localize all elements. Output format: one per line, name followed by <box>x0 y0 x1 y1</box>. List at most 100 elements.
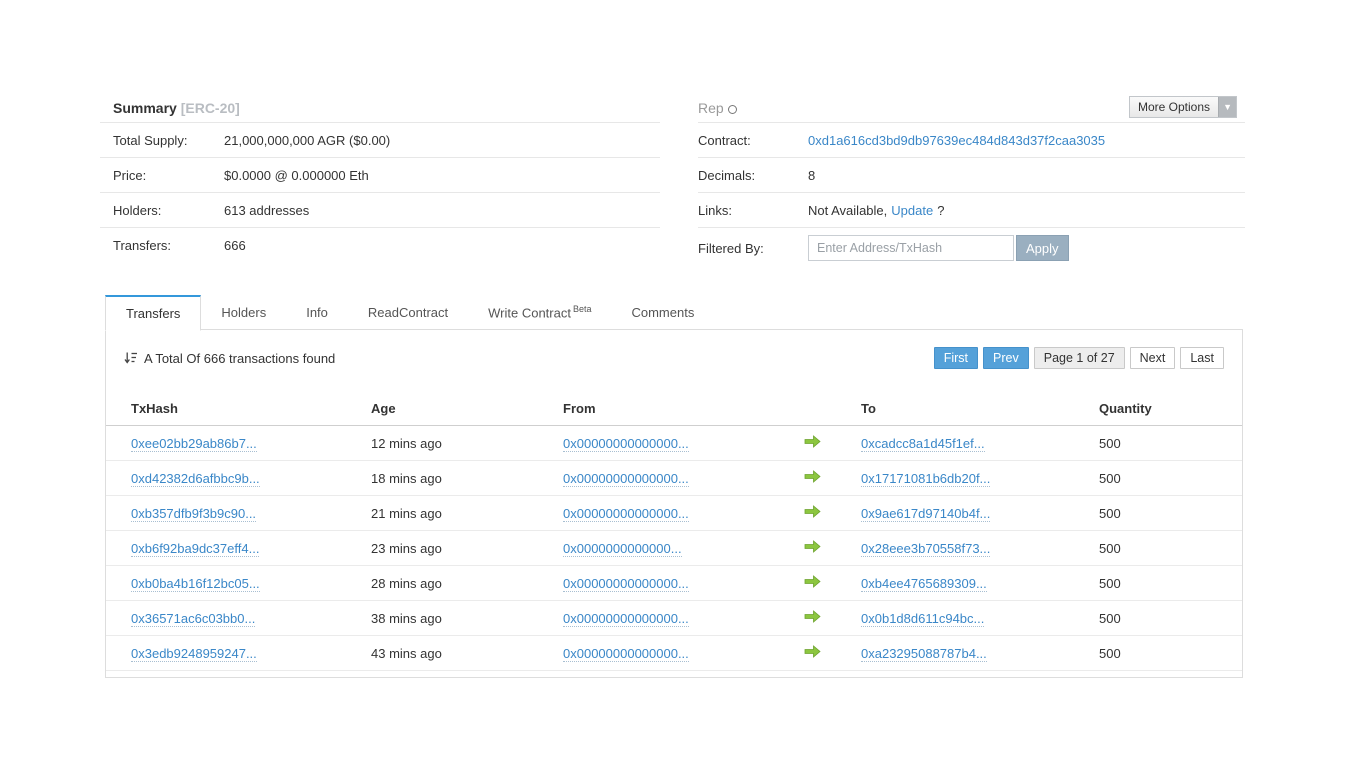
arrow-right-icon <box>804 575 821 591</box>
from-address-link[interactable]: 0x00000000000000... <box>563 645 689 662</box>
address-txhash-input[interactable] <box>808 235 1014 261</box>
quantity-cell: 500 <box>1099 600 1242 636</box>
table-row: 0xb6f92ba9dc37eff4... 23 mins ago 0x0000… <box>106 530 1242 566</box>
transfers-toolbar: A Total Of 666 transactions found First … <box>106 330 1242 370</box>
table-row: 0xd42382d6afbbc9b... 18 mins ago 0x00000… <box>106 460 1242 496</box>
txhash-link[interactable]: 0xb0ba4b16f12bc05... <box>131 575 260 592</box>
from-address-link[interactable]: 0x00000000000000... <box>563 470 689 487</box>
from-address-link[interactable]: 0x00000000000000... <box>563 575 689 592</box>
total-supply-label: Total Supply: <box>113 132 188 148</box>
age-cell: 21 mins ago <box>371 495 563 531</box>
first-page-button[interactable]: First <box>933 347 979 369</box>
token-tracker-page: Summary [ERC-20] Total Supply: 21,000,00… <box>0 0 1366 768</box>
to-address-link[interactable]: 0x17171081b6db20f... <box>861 470 991 487</box>
tab-write-contract[interactable]: Write Contract Beta <box>468 292 611 330</box>
txhash-link[interactable]: 0x3edb9248959247... <box>131 645 257 662</box>
tab-bar: Transfers Holders Info ReadContract Writ… <box>105 292 714 331</box>
from-address-link[interactable]: 0x00000000000000... <box>563 435 689 452</box>
links-row: Links: Not Available, Update ? <box>698 193 1245 228</box>
table-row: 0x3edb9248959247... 43 mins ago 0x000000… <box>106 635 1242 671</box>
quantity-cell: 500 <box>1099 530 1242 566</box>
prev-page-button[interactable]: Prev <box>983 347 1029 369</box>
rep-title: Rep <box>698 100 724 116</box>
table-row: 0xb0ba4b16f12bc05... 28 mins ago 0x00000… <box>106 565 1242 601</box>
header-arrow-spacer <box>804 392 861 426</box>
txhash-link[interactable]: 0xd42382d6afbbc9b... <box>131 470 260 487</box>
price-label: Price: <box>113 167 147 183</box>
price-value: $0.0000 @ 0.000000 Eth <box>224 167 369 183</box>
txhash-link[interactable]: 0xb357dfb9f3b9c90... <box>131 505 257 522</box>
age-cell: 28 mins ago <box>371 565 563 601</box>
header-age: Age <box>371 392 563 426</box>
from-address-link[interactable]: 0x00000000000000... <box>563 610 689 627</box>
tab-holders[interactable]: Holders <box>201 296 286 330</box>
tab-info[interactable]: Info <box>286 296 348 330</box>
next-page-button[interactable]: Next <box>1129 347 1176 369</box>
more-options-button[interactable]: More Options ▼ <box>1129 96 1238 118</box>
summary-header: Summary [ERC-20] <box>100 95 660 123</box>
filtered-by-row: Filtered By: Apply <box>698 228 1245 268</box>
arrow-right-icon <box>804 505 821 521</box>
arrow-right-icon <box>804 540 821 556</box>
more-options-label: More Options <box>1138 100 1211 114</box>
total-supply-value: 21,000,000,000 AGR ($0.00) <box>224 132 391 148</box>
holders-row: Holders: 613 addresses <box>100 193 660 228</box>
tab-write-contract-label: Write Contract <box>488 305 571 320</box>
transfers-count-value: 666 <box>224 238 246 253</box>
tab-transfers[interactable]: Transfers <box>105 295 202 331</box>
quantity-cell: 500 <box>1099 460 1242 496</box>
apply-button[interactable]: Apply <box>1016 235 1069 261</box>
transfers-count-label: Transfers: <box>113 238 172 253</box>
to-address-link[interactable]: 0x28eee3b70558f73... <box>861 540 991 557</box>
decimals-value: 8 <box>808 167 816 183</box>
txhash-link[interactable]: 0xee02bb29ab86b7... <box>131 435 257 452</box>
last-page-button[interactable]: Last <box>1180 347 1224 369</box>
to-address-link[interactable]: 0xa23295088787b4... <box>861 645 987 662</box>
tab-comments[interactable]: Comments <box>611 296 714 330</box>
age-cell: 38 mins ago <box>371 600 563 636</box>
age-cell: 12 mins ago <box>371 425 563 461</box>
decimals-label: Decimals: <box>698 167 756 183</box>
table-row: 0x36571ac6c03bb0... 38 mins ago 0x000000… <box>106 600 1242 636</box>
filtered-by-label: Filtered By: <box>698 240 764 256</box>
arrow-right-icon <box>804 645 821 661</box>
to-address-link[interactable]: 0xb4ee4765689309... <box>861 575 987 592</box>
erc20-tag: [ERC-20] <box>180 100 240 116</box>
links-label: Links: <box>698 202 732 218</box>
sort-icon <box>124 351 138 365</box>
from-address-link[interactable]: 0x00000000000000... <box>563 505 689 522</box>
holders-label: Holders: <box>113 202 162 218</box>
summary-panel: Summary [ERC-20] Total Supply: 21,000,00… <box>100 95 660 263</box>
update-link[interactable]: Update <box>891 203 933 218</box>
rep-circle-icon <box>727 104 737 114</box>
arrow-right-icon <box>804 470 821 486</box>
header-quantity: Quantity <box>1099 392 1242 426</box>
header-from: From <box>563 392 804 426</box>
links-value: Not Available, <box>808 202 888 218</box>
arrow-right-icon <box>804 610 821 626</box>
transfers-panel: A Total Of 666 transactions found First … <box>105 329 1243 678</box>
table-row: 0xee02bb29ab86b7... 12 mins ago 0x000000… <box>106 425 1242 461</box>
quantity-cell: 500 <box>1099 565 1242 601</box>
contract-address-link[interactable]: 0xd1a616cd3bd9db97639ec484d843d37f2caa30… <box>808 133 1105 148</box>
contract-row: Contract: 0xd1a616cd3bd9db97639ec484d843… <box>698 123 1245 158</box>
header-txhash: TxHash <box>106 392 371 426</box>
total-transactions-text: A Total Of 666 transactions found <box>144 350 336 366</box>
table-header-row: TxHash Age From To Quantity <box>106 392 1242 426</box>
to-address-link[interactable]: 0xcadcc8a1d45f1ef... <box>861 435 985 452</box>
total-supply-row: Total Supply: 21,000,000,000 AGR ($0.00) <box>100 123 660 158</box>
age-cell: 43 mins ago <box>371 635 563 671</box>
txhash-link[interactable]: 0xb6f92ba9dc37eff4... <box>131 540 260 557</box>
tab-read-contract[interactable]: ReadContract <box>348 296 468 330</box>
quantity-cell: 500 <box>1099 495 1242 531</box>
age-cell: 18 mins ago <box>371 460 563 496</box>
to-address-link[interactable]: 0x0b1d8d611c94bc... <box>861 610 985 627</box>
txhash-link[interactable]: 0x36571ac6c03bb0... <box>131 610 256 627</box>
decimals-row: Decimals: 8 <box>698 158 1245 193</box>
pagination: First Prev Page 1 of 27 Next Last <box>933 347 1224 369</box>
quantity-cell: 500 <box>1099 635 1242 671</box>
from-address-link[interactable]: 0x0000000000000... <box>563 540 682 557</box>
to-address-link[interactable]: 0x9ae617d97140b4f... <box>861 505 991 522</box>
beta-badge: Beta <box>572 303 592 314</box>
age-cell: 23 mins ago <box>371 530 563 566</box>
